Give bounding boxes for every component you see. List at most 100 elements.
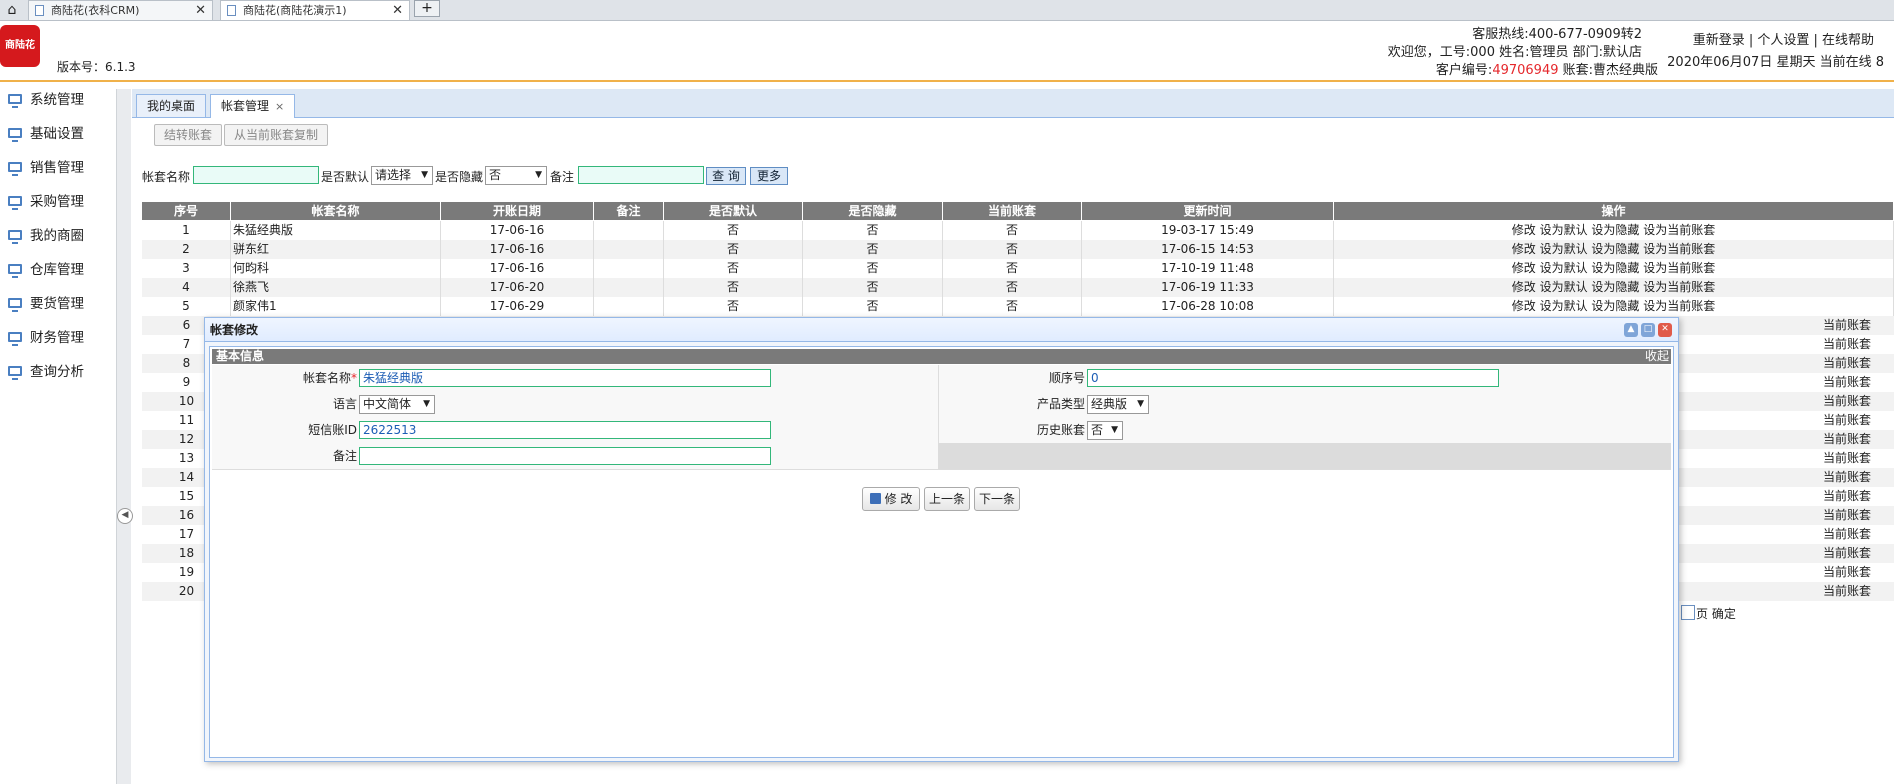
- hidden-filter-select[interactable]: 否 ▼: [485, 166, 547, 185]
- cell-operations[interactable]: 修改 设为默认 设为隐藏 设为当前账套: [1334, 278, 1894, 297]
- browser-tab-1[interactable]: 商陆花(衣科CRM) ✕: [28, 0, 213, 20]
- table-row[interactable]: 5 颜家伟1 17-06-29 否 否 否 17-06-28 10:08 修改 …: [142, 297, 1894, 316]
- browser-tab-2[interactable]: 商陆花(商陆花演示1) ✕: [220, 0, 410, 20]
- prev-record-button[interactable]: 上一条: [924, 487, 970, 511]
- customer-info: 客户编号:49706949 账套:曹杰经典版: [1436, 59, 1658, 78]
- cell-default: 否: [664, 240, 803, 259]
- chevron-left-icon[interactable]: ◀: [117, 508, 133, 524]
- cell-operations[interactable]: 当前账套: [1823, 373, 1894, 392]
- cell-operations[interactable]: 当前账套: [1823, 316, 1894, 335]
- new-tab-button[interactable]: +: [414, 0, 440, 17]
- sidebar-item-analysis[interactable]: 查询分析: [8, 362, 84, 382]
- minimize-icon[interactable]: ▲: [1624, 323, 1638, 337]
- column-header[interactable]: 是否默认: [664, 202, 803, 220]
- sidebar-item-sales[interactable]: 销售管理: [8, 158, 84, 178]
- home-icon[interactable]: ⌂: [2, 1, 22, 19]
- close-icon[interactable]: ✕: [1658, 323, 1672, 337]
- default-filter-select[interactable]: 请选择 ▼: [371, 166, 433, 185]
- cell-operations[interactable]: 当前账套: [1823, 525, 1894, 544]
- cell-operations[interactable]: 修改 设为默认 设为隐藏 设为当前账套: [1334, 221, 1894, 240]
- query-button[interactable]: 查 询: [706, 167, 746, 185]
- note-input[interactable]: [359, 447, 771, 465]
- sidebar-item-basic[interactable]: 基础设置: [8, 124, 84, 144]
- sidebar-item-business-circle[interactable]: 我的商圈: [8, 226, 84, 246]
- carry-over-button[interactable]: 结转账套: [154, 124, 223, 146]
- account-name-input[interactable]: 朱猛经典版: [359, 369, 771, 387]
- cell-operations[interactable]: 当前账套: [1823, 392, 1894, 411]
- modify-button[interactable]: 修 改: [862, 487, 920, 511]
- column-header[interactable]: 当前账套: [943, 202, 1082, 220]
- sidebar-item-finance[interactable]: 财务管理: [8, 328, 84, 348]
- history-select[interactable]: 否 ▼: [1087, 421, 1123, 440]
- tab-label: 帐套管理: [221, 99, 270, 113]
- cell-operations[interactable]: 当前账套: [1823, 335, 1894, 354]
- dialog-body: 基本信息 收起 帐套名称* 朱猛经典版 顺序号 0 语言 中文简体 ▼ 产品类型 …: [209, 346, 1674, 758]
- label-text: 帐套名称: [302, 371, 351, 385]
- sidebar-item-requisition[interactable]: 要货管理: [8, 294, 84, 314]
- cell-name: 何昀科: [231, 259, 441, 278]
- sidebar-item-purchase[interactable]: 采购管理: [8, 192, 84, 212]
- table-row[interactable]: 3 何昀科 17-06-16 否 否 否 17-10-19 11:48 修改 设…: [142, 259, 1894, 278]
- close-icon[interactable]: ×: [275, 100, 284, 113]
- chevron-down-icon: ▼: [1137, 399, 1144, 409]
- form-row: 语言 中文简体 ▼ 产品类型 经典版 ▼: [212, 391, 1671, 418]
- cell-operations[interactable]: 当前账套: [1823, 582, 1894, 601]
- page-number-input[interactable]: [1681, 605, 1695, 620]
- note-filter-input[interactable]: [578, 166, 704, 184]
- cell-default: 否: [664, 278, 803, 297]
- table-row[interactable]: 2 骈东红 17-06-16 否 否 否 17-06-15 14:53 修改 设…: [142, 240, 1894, 259]
- column-header[interactable]: 更新时间: [1082, 202, 1334, 220]
- sidebar-item-label: 查询分析: [30, 364, 84, 380]
- column-header[interactable]: 操作: [1334, 202, 1894, 220]
- cell-current: 否: [943, 278, 1082, 297]
- logo: 商陆花: [0, 25, 40, 67]
- column-header[interactable]: 是否隐藏: [803, 202, 943, 220]
- column-header[interactable]: 帐套名称: [231, 202, 441, 220]
- monitor-icon: [8, 264, 22, 278]
- sms-id-input[interactable]: 2622513: [359, 421, 771, 439]
- tab-desktop[interactable]: 我的桌面: [136, 94, 207, 117]
- account-set-name: 账套:曹杰经典版: [1558, 63, 1658, 78]
- product-type-label: 产品类型: [1036, 397, 1085, 411]
- cell-operations[interactable]: 修改 设为默认 设为隐藏 设为当前账套: [1334, 259, 1894, 278]
- cell-operations[interactable]: 修改 设为默认 设为隐藏 设为当前账套: [1334, 240, 1894, 259]
- cell-operations[interactable]: 修改 设为默认 设为隐藏 设为当前账套: [1334, 297, 1894, 316]
- monitor-icon: [8, 298, 22, 312]
- cell-operations[interactable]: 当前账套: [1823, 563, 1894, 582]
- copy-from-current-button[interactable]: 从当前账套复制: [224, 124, 329, 146]
- tab-account-set[interactable]: 帐套管理 ×: [210, 94, 296, 118]
- cell-operations[interactable]: 当前账套: [1823, 468, 1894, 487]
- name-filter-input[interactable]: [193, 166, 319, 184]
- cell-operations[interactable]: 当前账套: [1823, 544, 1894, 563]
- cell-operations[interactable]: 当前账套: [1823, 411, 1894, 430]
- cell-operations[interactable]: 当前账套: [1823, 487, 1894, 506]
- product-type-select[interactable]: 经典版 ▼: [1087, 395, 1149, 414]
- collapse-link[interactable]: 收起: [1645, 349, 1669, 364]
- close-icon[interactable]: ✕: [392, 1, 403, 20]
- column-header[interactable]: 开账日期: [441, 202, 594, 220]
- sidebar-item-warehouse[interactable]: 仓库管理: [8, 260, 84, 280]
- cell-operations[interactable]: 当前账套: [1823, 354, 1894, 373]
- cell-operations[interactable]: 当前账套: [1823, 449, 1894, 468]
- cell-updated: 17-06-15 14:53: [1082, 240, 1334, 259]
- cell-operations[interactable]: 当前账套: [1823, 506, 1894, 525]
- sidebar-item-system[interactable]: 系统管理: [8, 90, 84, 110]
- header-links[interactable]: 重新登录 | 个人设置 | 在线帮助: [1693, 29, 1874, 48]
- table-row[interactable]: 1 朱猛经典版 17-06-16 否 否 否 19-03-17 15:49 修改…: [142, 221, 1894, 240]
- maximize-icon[interactable]: □: [1641, 323, 1655, 337]
- table-row[interactable]: 4 徐燕飞 17-06-20 否 否 否 17-06-19 11:33 修改 设…: [142, 278, 1894, 297]
- cell-name: 骈东红: [231, 240, 441, 259]
- sidebar-splitter[interactable]: [116, 89, 131, 784]
- column-header[interactable]: 序号: [142, 202, 231, 220]
- cell-index: 3: [142, 259, 231, 278]
- more-button[interactable]: 更多: [750, 167, 788, 185]
- pager-confirm[interactable]: 页 确定: [1696, 605, 1736, 622]
- form-row: 短信账ID 2622513 历史账套 否 ▼: [212, 417, 1671, 444]
- language-select[interactable]: 中文简体 ▼: [359, 395, 435, 414]
- order-number-input[interactable]: 0: [1087, 369, 1499, 387]
- close-icon[interactable]: ✕: [195, 1, 206, 20]
- next-record-button[interactable]: 下一条: [974, 487, 1020, 511]
- column-header[interactable]: 备注: [594, 202, 664, 220]
- cell-note: [594, 278, 664, 297]
- cell-operations[interactable]: 当前账套: [1823, 430, 1894, 449]
